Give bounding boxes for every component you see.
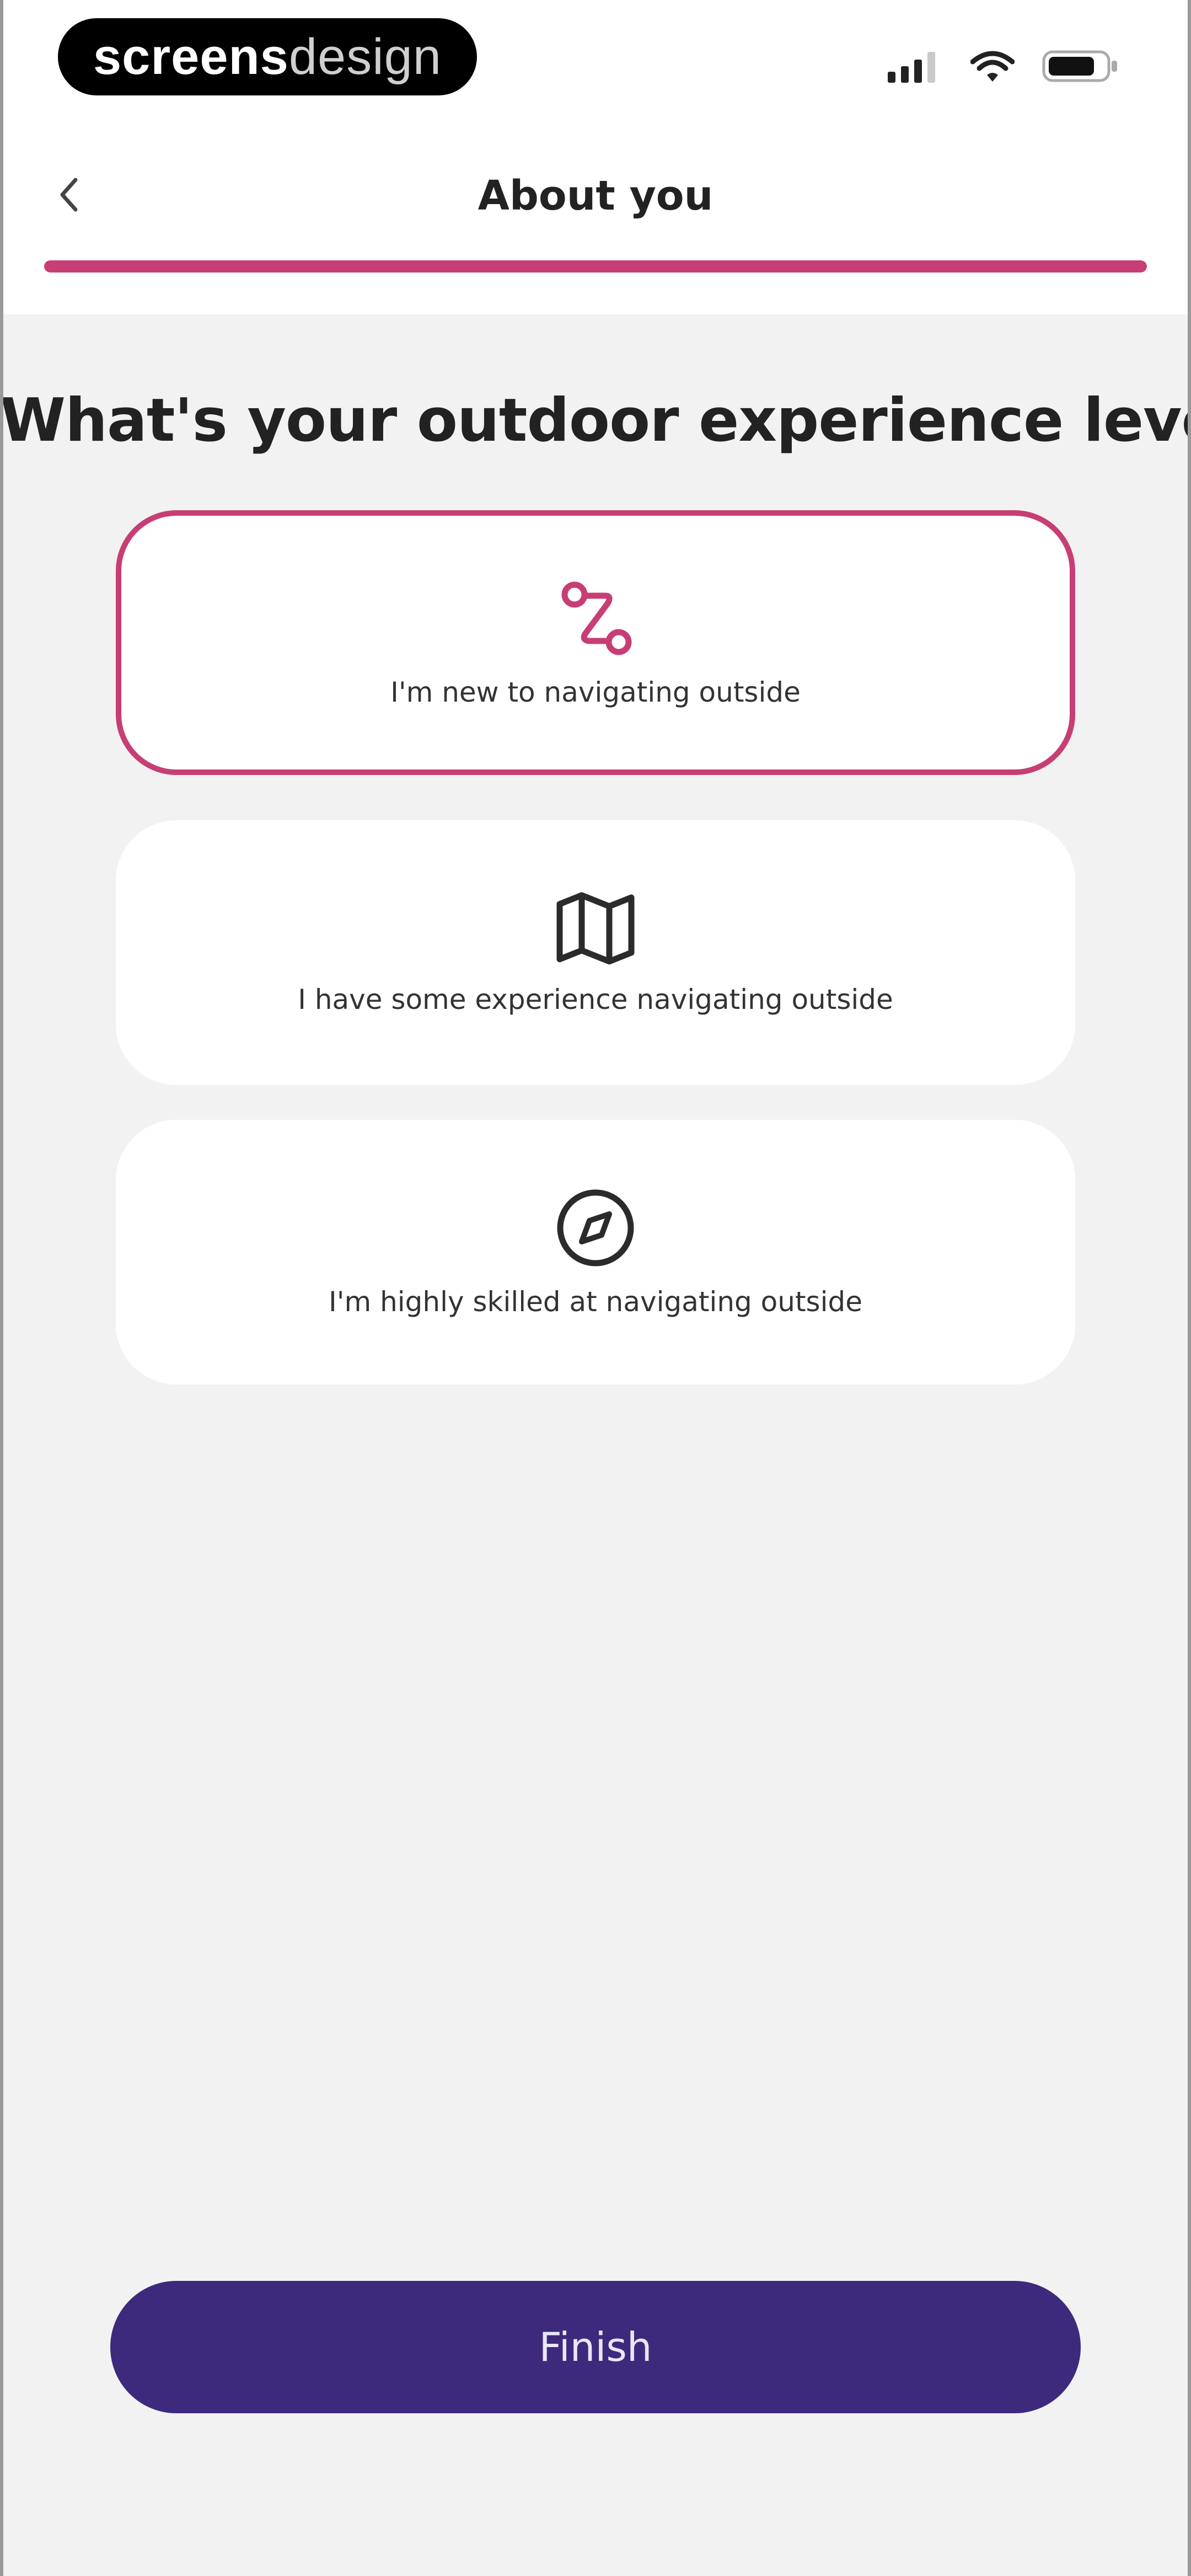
watermark-logo: screensdesign [58, 18, 477, 95]
option-highly-skilled[interactable]: I'm highly skilled at navigating outside [116, 1120, 1075, 1385]
screen: screensdesign About you What's your outd… [0, 0, 1191, 2576]
option-label: I have some experience navigating outsid… [298, 984, 893, 1016]
watermark-thin: design [288, 28, 442, 85]
compass-icon [554, 1187, 637, 1269]
wifi-icon [970, 50, 1015, 85]
frame-edge-left [0, 0, 3, 2576]
option-label: I'm new to navigating outside [390, 676, 801, 708]
progress-bar [44, 260, 1147, 272]
watermark-bold: screens [93, 28, 289, 85]
frame-edge-right [1188, 0, 1191, 2576]
top-bar: screensdesign About you [0, 0, 1191, 314]
progress-bar-fill [44, 260, 1147, 272]
page-title: About you [478, 172, 713, 220]
option-new[interactable]: I'm new to navigating outside [116, 510, 1075, 775]
option-some-experience[interactable]: I have some experience navigating outsid… [116, 820, 1075, 1085]
finish-button-label: Finish [539, 2324, 652, 2370]
finish-button[interactable]: Finish [110, 2281, 1081, 2413]
signal-icon [888, 50, 943, 85]
battery-icon [1042, 49, 1119, 86]
map-icon [554, 890, 637, 967]
question-heading: What's your outdoor experience level? [0, 386, 1191, 455]
option-label: I'm highly skilled at navigating outside [328, 1286, 863, 1318]
route-icon [557, 577, 634, 660]
status-bar [888, 49, 1119, 86]
